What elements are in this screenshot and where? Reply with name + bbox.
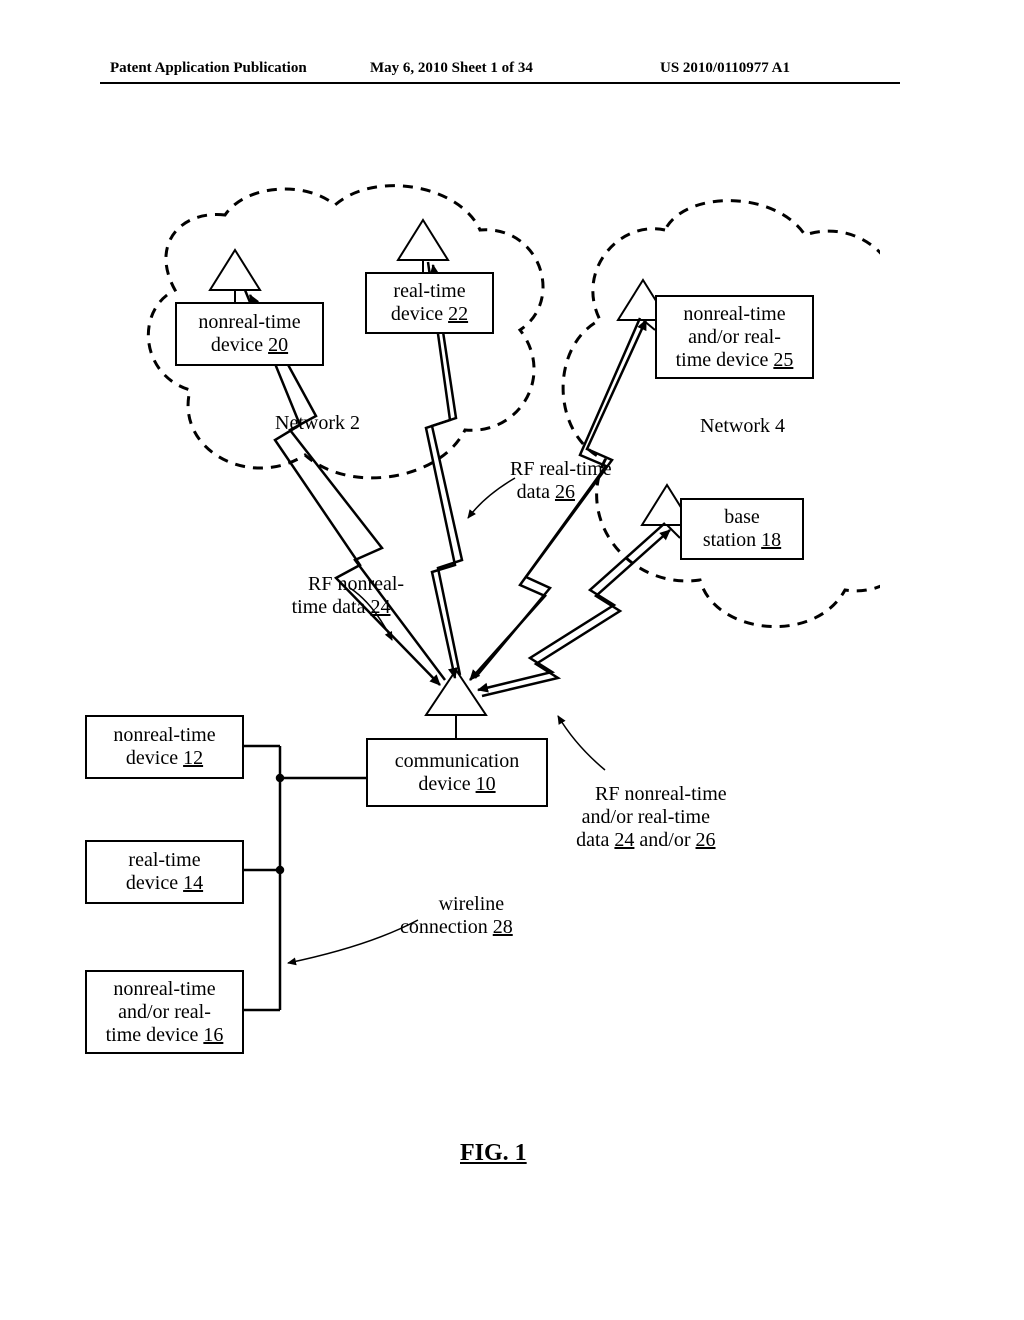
cloud-network-4 xyxy=(563,201,880,627)
box-nonreal-20: nonreal-time device 20 xyxy=(175,302,324,366)
label-rf-rt-26: RF real-time data 26 xyxy=(480,435,612,527)
box-rt-14: real-time device 14 xyxy=(85,840,244,904)
label-rf-mix: RF nonreal-time and/or real-time data 24… xyxy=(565,760,727,875)
header-rule xyxy=(100,82,900,84)
header-left: Patent Application Publication xyxy=(110,60,307,77)
figure-caption: FIG. 1 xyxy=(460,1140,527,1167)
header-center: May 6, 2010 Sheet 1 of 34 xyxy=(370,60,533,77)
page: Patent Application Publication May 6, 20… xyxy=(0,0,1024,1320)
network-4-label: Network 4 xyxy=(700,415,785,438)
box-nrt-25: nonreal-time and/or real- time device 25 xyxy=(655,295,814,379)
box-nrt-16: nonreal-time and/or real- time device 16 xyxy=(85,970,244,1054)
antenna-icon xyxy=(398,220,448,275)
box-base-18: base station 18 xyxy=(680,498,804,560)
box-real-22: real-time device 22 xyxy=(365,272,494,334)
network-2-label: Network 2 xyxy=(275,412,360,435)
box-comm-10: communication device 10 xyxy=(366,738,548,807)
antenna-icon xyxy=(426,670,486,740)
label-pointer-28 xyxy=(288,920,418,963)
header-right: US 2010/0110977 A1 xyxy=(660,60,790,77)
label-rf-nrt-24: RF nonreal- time data 24 xyxy=(278,550,404,642)
figure-1: Network 2 Network 4 nonreal-time device … xyxy=(120,180,880,1180)
rf-link-18 xyxy=(478,523,670,696)
antenna-icon xyxy=(210,250,260,305)
label-wireline-28: wireline connection 28 xyxy=(400,870,513,962)
box-nrt-12: nonreal-time device 12 xyxy=(85,715,244,779)
wireline-bus xyxy=(240,746,366,1010)
